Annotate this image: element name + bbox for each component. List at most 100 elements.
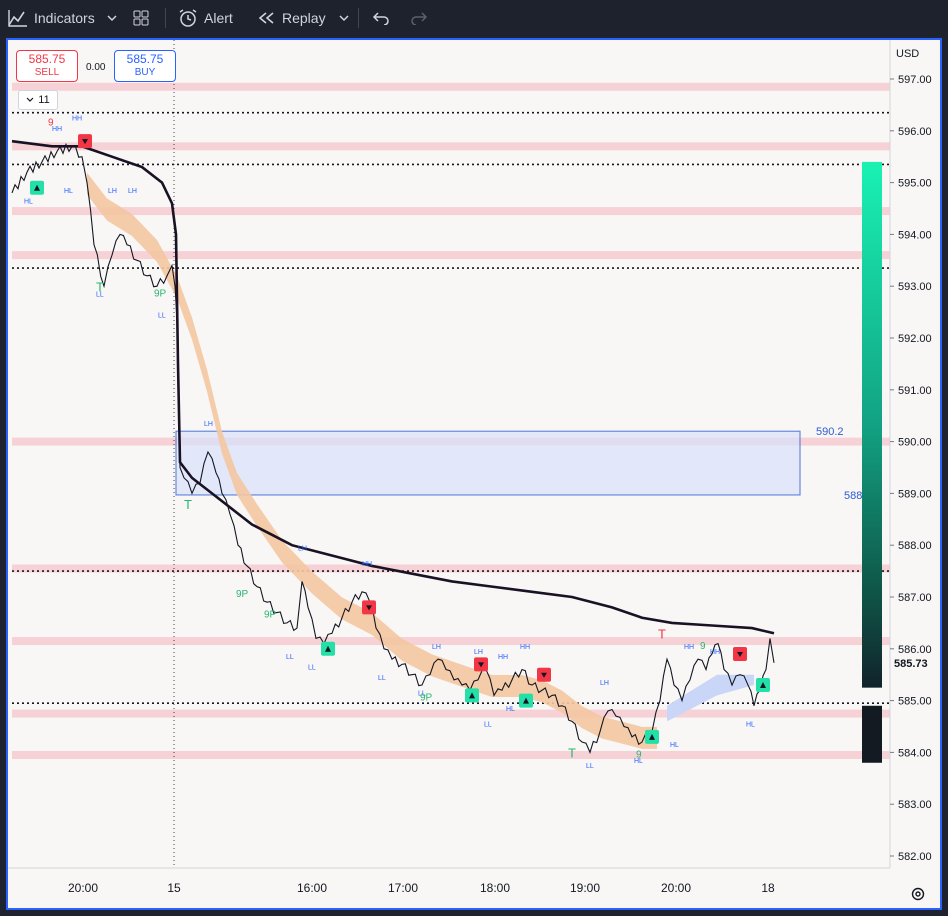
x-tick-label: 16:00: [297, 881, 327, 895]
x-tick-label: 17:00: [388, 881, 418, 895]
y-tick-label: 582.00: [898, 851, 932, 863]
x-tick-label: 18:00: [480, 881, 510, 895]
swing-label: LH: [600, 680, 609, 687]
alert-button[interactable]: Alert: [178, 0, 233, 36]
resistance-zone: [12, 207, 890, 216]
resistance-zone: [12, 251, 890, 260]
swing-label: LH: [128, 188, 137, 195]
y-tick-label: 591.00: [898, 385, 932, 397]
sell-price: 585.75: [28, 52, 66, 66]
y-tick-label: 595.00: [898, 178, 932, 190]
x-tick-label: 15: [167, 881, 181, 895]
t-mark: T: [184, 497, 192, 512]
currency-label[interactable]: USD: [896, 48, 919, 60]
sequential-count: 9P: [236, 589, 249, 600]
swing-label: LH: [474, 649, 483, 656]
buy-button[interactable]: 585.75 BUY: [114, 50, 176, 82]
current-price-label: 585.73: [894, 658, 928, 670]
swing-label: LL: [286, 654, 294, 661]
sell-button[interactable]: 585.75 SELL: [16, 50, 78, 82]
buy-price: 585.75: [126, 52, 164, 66]
swing-label: LH: [204, 421, 213, 428]
alarm-clock-icon: [179, 9, 197, 27]
y-tick-label: 596.00: [898, 126, 932, 138]
indicators-icon: [8, 10, 27, 27]
undo-button[interactable]: [372, 0, 390, 36]
sell-label: SELL: [34, 67, 60, 78]
sequential-count: 9: [636, 750, 642, 761]
swing-label: HL: [506, 706, 515, 713]
swing-label: LH: [108, 188, 117, 195]
range-box: [175, 430, 801, 496]
x-tick-label: 18: [761, 881, 775, 895]
swing-label: LH: [298, 545, 307, 552]
sequential-count: 9P: [420, 693, 433, 704]
y-tick-label: 590.00: [898, 437, 932, 449]
layout-button[interactable]: [132, 0, 150, 36]
range-box-top-label: 590.2: [816, 426, 844, 438]
y-tick-label: 594.00: [898, 229, 932, 241]
y-tick-label: 586.00: [898, 644, 932, 656]
interval-value: 11: [38, 94, 50, 106]
price-axis-background: [890, 40, 940, 908]
y-tick-label: 589.00: [898, 488, 932, 500]
replay-dropdown[interactable]: [338, 0, 350, 36]
chevron-down-icon: [26, 97, 34, 102]
x-tick-label: 20:00: [661, 881, 691, 895]
swing-label: LL: [586, 763, 594, 770]
x-tick-label: 19:00: [570, 881, 600, 895]
swing-label: HH: [710, 649, 720, 656]
t-mark: T: [96, 279, 104, 294]
spread-value: 0.00: [86, 62, 106, 73]
undo-icon: [372, 12, 389, 25]
y-tick-label: 587.00: [898, 592, 932, 604]
swing-label: HH: [684, 644, 694, 651]
redo-button[interactable]: [410, 0, 428, 36]
resistance-zone: [12, 637, 890, 646]
y-tick-label: 588.00: [898, 540, 932, 552]
settings-gear-icon[interactable]: [910, 886, 926, 902]
interval-toggle[interactable]: 11: [18, 90, 58, 110]
sequential-count: 9: [700, 641, 706, 652]
sequential-count: 9: [48, 118, 54, 129]
grid-layout-icon: [133, 10, 149, 26]
y-tick-label: 583.00: [898, 799, 932, 811]
y-tick-label: 592.00: [898, 333, 932, 345]
chart-pane[interactable]: 590.2 588.97 HH HH LH LH HL HL LL LL LH LH HH LH LH HH H…: [6, 38, 942, 910]
replay-button[interactable]: Replay: [258, 0, 326, 36]
y-tick-label: 593.00: [898, 281, 932, 293]
resistance-zone: [12, 82, 890, 91]
swing-label: LH: [432, 644, 441, 651]
momentum-bar-lower: [862, 705, 882, 763]
chevron-down-icon: [107, 15, 117, 22]
indicators-button[interactable]: Indicators: [8, 0, 95, 36]
layout-dropdown[interactable]: [106, 0, 118, 36]
swing-label: LL: [158, 312, 166, 319]
toolbar-divider: [358, 8, 359, 28]
swing-label: HH: [72, 115, 82, 122]
resistance-zone: [12, 142, 890, 151]
y-tick-label: 597.00: [898, 74, 932, 86]
buy-label: BUY: [134, 67, 156, 78]
swing-label: HH: [520, 644, 530, 651]
swing-label: HL: [670, 742, 679, 749]
resistance-zone: [12, 750, 890, 759]
price-chart[interactable]: 590.2588.97HHHHLH LHHLHLLLLLLHLHHHLHLHHHH…: [8, 40, 940, 908]
toolbar-divider: [165, 8, 166, 28]
y-tick-label: 584.00: [898, 747, 932, 759]
rewind-icon: [258, 12, 274, 24]
swing-label: HH: [498, 654, 508, 661]
sequential-count: 9P: [154, 289, 167, 300]
redo-icon: [411, 12, 428, 25]
swing-label: HL: [64, 188, 73, 195]
y-tick-label: 585.00: [898, 696, 932, 708]
t-mark: T: [658, 626, 666, 641]
x-tick-label: 20:00: [68, 881, 98, 895]
momentum-bar-upper: [862, 161, 882, 688]
swing-label: LL: [308, 665, 316, 672]
replay-label: Replay: [282, 10, 326, 26]
swing-label: HH: [362, 561, 372, 568]
t-mark: T: [568, 746, 576, 761]
alert-label: Alert: [204, 10, 233, 26]
swing-label: HL: [746, 722, 755, 729]
